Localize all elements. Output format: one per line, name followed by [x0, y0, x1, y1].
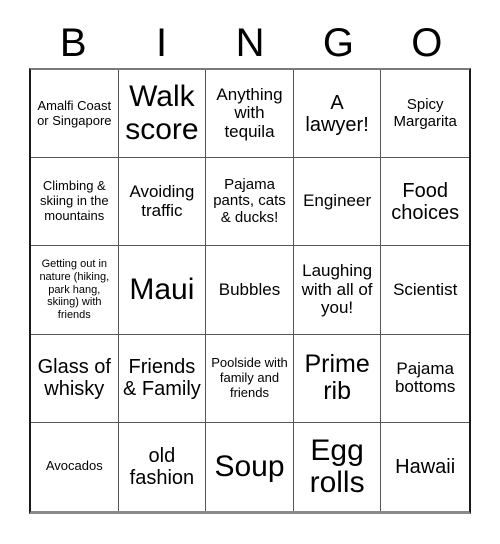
bingo-cell-text: Amalfi Coast or Singapore: [37, 97, 112, 128]
bingo-cell-text: Egg rolls: [309, 433, 365, 499]
bingo-header-letter-g: G: [322, 21, 354, 65]
bingo-cell-text: Avocados: [45, 458, 103, 474]
bingo-cell-text: Laughing with all of you!: [301, 260, 373, 318]
bingo-cell[interactable]: Climbing & skiing in the mountains: [31, 158, 119, 247]
bingo-cell-text: Climbing & skiing in the mountains: [39, 178, 109, 224]
bingo-cell[interactable]: Scientist: [381, 246, 469, 335]
bingo-cell[interactable]: Laughing with all of you!: [293, 246, 382, 335]
bingo-cell-text: Scientist: [393, 279, 458, 299]
bingo-cell[interactable]: Bubbles: [206, 246, 294, 335]
bingo-cell-text: Avoiding traffic: [129, 182, 195, 220]
bingo-cell[interactable]: Prime rib: [293, 334, 382, 423]
bingo-cell[interactable]: Avocados: [31, 422, 119, 511]
bingo-cell-text: Pajama pants, cats & ducks!: [213, 175, 286, 227]
bingo-header-letter-b: B: [59, 21, 87, 65]
bingo-cell[interactable]: Walk score: [118, 70, 207, 159]
bingo-cell-text: old fashion: [129, 444, 195, 489]
bingo-cell-text: Hawaii: [395, 455, 456, 478]
bingo-cell[interactable]: Hawaii: [381, 422, 469, 511]
bingo-cell[interactable]: Amalfi Coast or Singapore: [31, 70, 119, 159]
bingo-cell[interactable]: Friends & Family: [118, 334, 207, 423]
bingo-cell[interactable]: Avoiding traffic: [118, 158, 207, 247]
bingo-cell[interactable]: A lawyer!: [293, 70, 382, 159]
bingo-cell[interactable]: Soup: [206, 422, 294, 511]
bingo-cell-text: Engineer: [303, 191, 372, 211]
bingo-header-letter-i: I: [156, 21, 168, 65]
bingo-grid: Amalfi Coast or Singapore Walk score Any…: [29, 68, 471, 514]
bingo-cell-text: Pajama bottoms: [394, 358, 456, 397]
bingo-cell-text: Soup: [214, 449, 285, 483]
bingo-header-letter-n: N: [235, 21, 265, 65]
bingo-header-letter-o: O: [411, 21, 443, 65]
bingo-cell-text: Anything with tequila: [216, 84, 283, 141]
bingo-cell-text: Glass of whisky: [37, 356, 111, 401]
bingo-cell-text: Food choices: [391, 179, 460, 224]
bingo-cell-text: Walk score: [125, 80, 199, 146]
bingo-cell-text: Friends & Family: [122, 356, 201, 401]
bingo-cell[interactable]: old fashion: [118, 422, 207, 511]
bingo-cell-text: Getting out in nature (hiking, park hang…: [39, 257, 110, 322]
bingo-cell[interactable]: Pajama pants, cats & ducks!: [206, 158, 294, 247]
bingo-cell-text: Bubbles: [218, 279, 281, 299]
bingo-cell[interactable]: Maui: [118, 246, 207, 335]
bingo-cell[interactable]: Poolside with family and friends: [206, 334, 294, 423]
bingo-cell-text: Poolside with family and friends: [211, 354, 288, 400]
bingo-cell-text: Prime rib: [304, 349, 370, 406]
bingo-cell[interactable]: Pajama bottoms: [381, 334, 469, 423]
bingo-cell-text: A lawyer!: [305, 91, 369, 136]
bingo-cell-text: Maui: [129, 272, 195, 306]
bingo-cell[interactable]: Getting out in nature (hiking, park hang…: [31, 246, 119, 335]
bingo-cell-text: Spicy Margarita: [393, 95, 457, 130]
bingo-cell[interactable]: Spicy Margarita: [381, 70, 469, 159]
bingo-cell[interactable]: Food choices: [381, 158, 469, 247]
bingo-cell[interactable]: Egg rolls: [293, 422, 382, 511]
bingo-cell[interactable]: Anything with tequila: [206, 70, 294, 159]
bingo-header-row: B I N G O: [29, 18, 471, 68]
bingo-cell[interactable]: Engineer: [293, 158, 382, 247]
bingo-cell[interactable]: Glass of whisky: [31, 334, 119, 423]
bingo-card: B I N G O Amalfi Coast or Singapore Walk…: [0, 0, 500, 544]
